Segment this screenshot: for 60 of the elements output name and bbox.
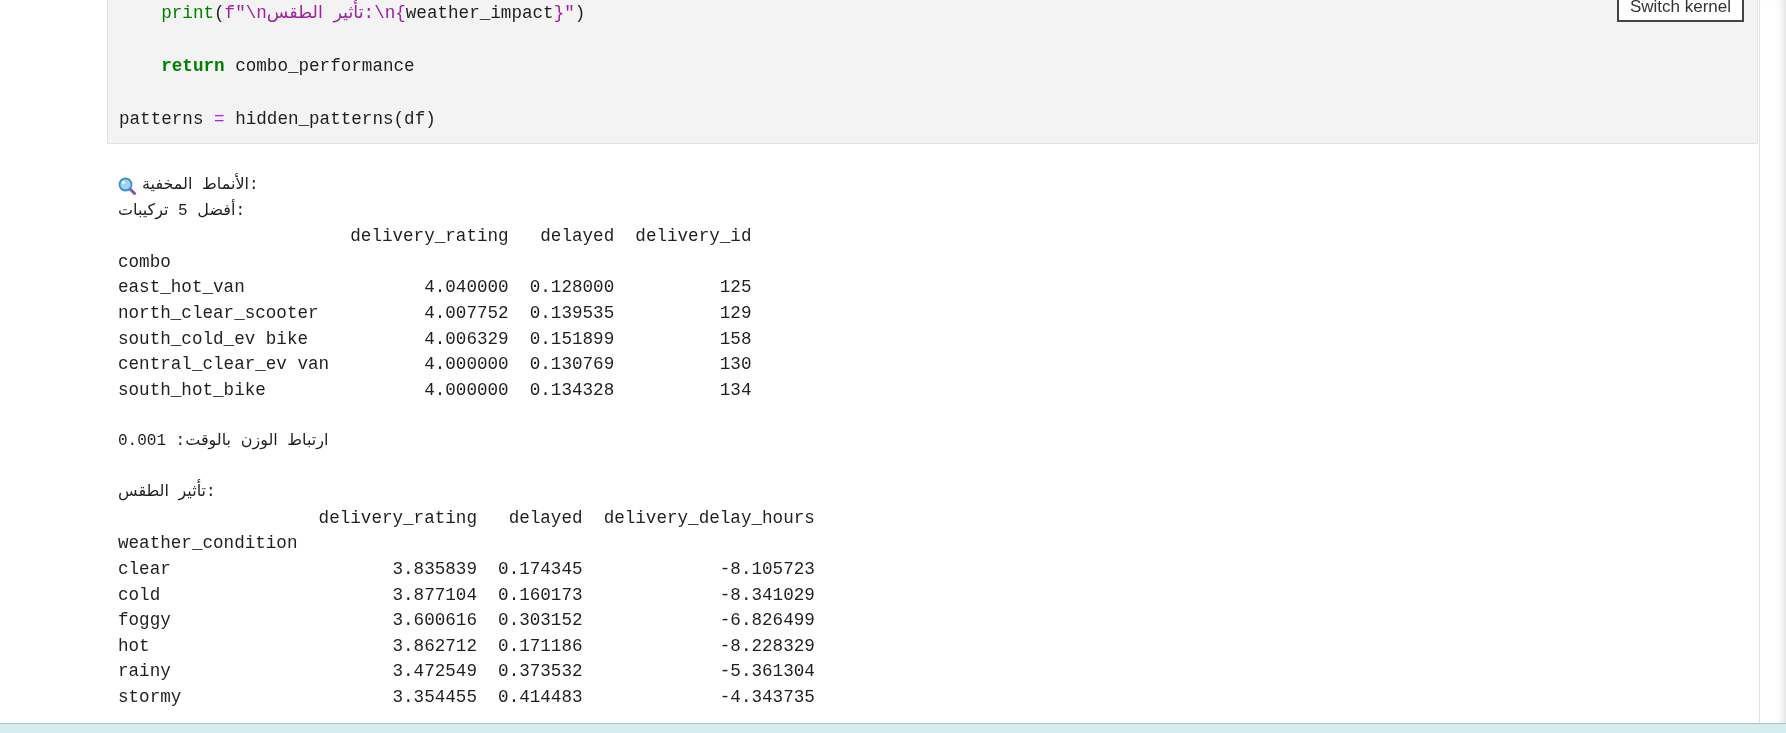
table-cell-text: 134 [718, 378, 752, 402]
row-label: south_cold_ev bike [118, 327, 310, 351]
table-cell-text: -8.105723 [718, 557, 815, 581]
table-cell-text: 0.373532 [497, 660, 583, 684]
table-cell-text: 0.151899 [528, 327, 615, 351]
table-cell-text: 4.006329 [423, 327, 509, 351]
table-cell-text: 3.835839 [391, 557, 477, 581]
table-cell-text: 0.160173 [497, 583, 583, 607]
column-header: delayed [539, 225, 615, 249]
table-cell-text: 158 [718, 327, 752, 351]
table-cell-text: 130 [718, 353, 752, 377]
code-line: return combo_performance [160, 55, 415, 78]
table-cell-text: -8.341029 [718, 583, 815, 607]
table-cell-text: 4.000000 [423, 353, 509, 377]
table-cell-text: 0.303152 [497, 609, 583, 633]
table-cell-text: 0.171186 [497, 634, 583, 658]
table-cell-text: 125 [718, 276, 752, 300]
row-label: foggy [118, 609, 172, 633]
table-cell-text: 4.007752 [423, 301, 509, 325]
table-cell-text: 3.600616 [391, 609, 477, 633]
table-cell-text: 3.472549 [391, 660, 477, 684]
output-text: تأثير الطقس: [118, 480, 216, 506]
index-name: weather_condition [118, 532, 298, 556]
table-cell-text: 129 [718, 301, 752, 325]
column-header: delivery_rating [349, 225, 509, 249]
column-header: delayed [507, 506, 583, 530]
table-cell-text: 0.134328 [528, 378, 615, 402]
switch-kernel-button[interactable]: Switch kernel [1616, 0, 1744, 22]
row-label: rainy [118, 660, 172, 684]
table-cell-text: 0.139535 [528, 301, 615, 325]
table-cell-text: 0.130769 [528, 353, 615, 377]
row-label: clear [118, 557, 172, 581]
table-cell-text: -6.826499 [718, 609, 815, 633]
table-cell-text: 3.354455 [391, 685, 477, 709]
column-header: delivery_id [634, 225, 752, 249]
table-cell-text: 3.877104 [391, 583, 477, 607]
table-cell-text: -5.361304 [718, 660, 815, 684]
table-cell-text: 0.128000 [528, 276, 615, 300]
table-cell-text: 4.040000 [423, 276, 509, 300]
output-text: أفضل 5 تركيبات: [118, 198, 245, 222]
index-name: combo [118, 250, 172, 274]
table-cell-text: 0.174345 [497, 557, 583, 581]
row-label: stormy [118, 685, 183, 709]
magnifier-icon [118, 176, 136, 195]
output-text: ارتباط الوزن بالوقت: 0.001 [118, 430, 329, 452]
row-label: north_clear_scooter [118, 301, 320, 325]
row-label: east_hot_van [118, 276, 246, 300]
column-header: delivery_delay_hours [602, 506, 815, 530]
row-label: central_clear_ev van [118, 353, 330, 377]
table-cell-text: 0.414483 [497, 685, 583, 709]
table-cell-text: -8.228329 [718, 634, 815, 658]
column-header: delivery_rating [317, 506, 477, 530]
output-heading: الأنماط المخفية: [142, 173, 259, 199]
table-cell-text: 4.000000 [423, 378, 509, 402]
table-cell-text: 3.862712 [391, 634, 477, 658]
row-label: cold [118, 583, 162, 607]
code-line: patterns = hidden_patterns(df) [119, 108, 436, 131]
row-label: hot [118, 634, 151, 658]
table-cell-text: -4.343735 [718, 685, 815, 709]
row-label: south_hot_bike [118, 378, 267, 402]
